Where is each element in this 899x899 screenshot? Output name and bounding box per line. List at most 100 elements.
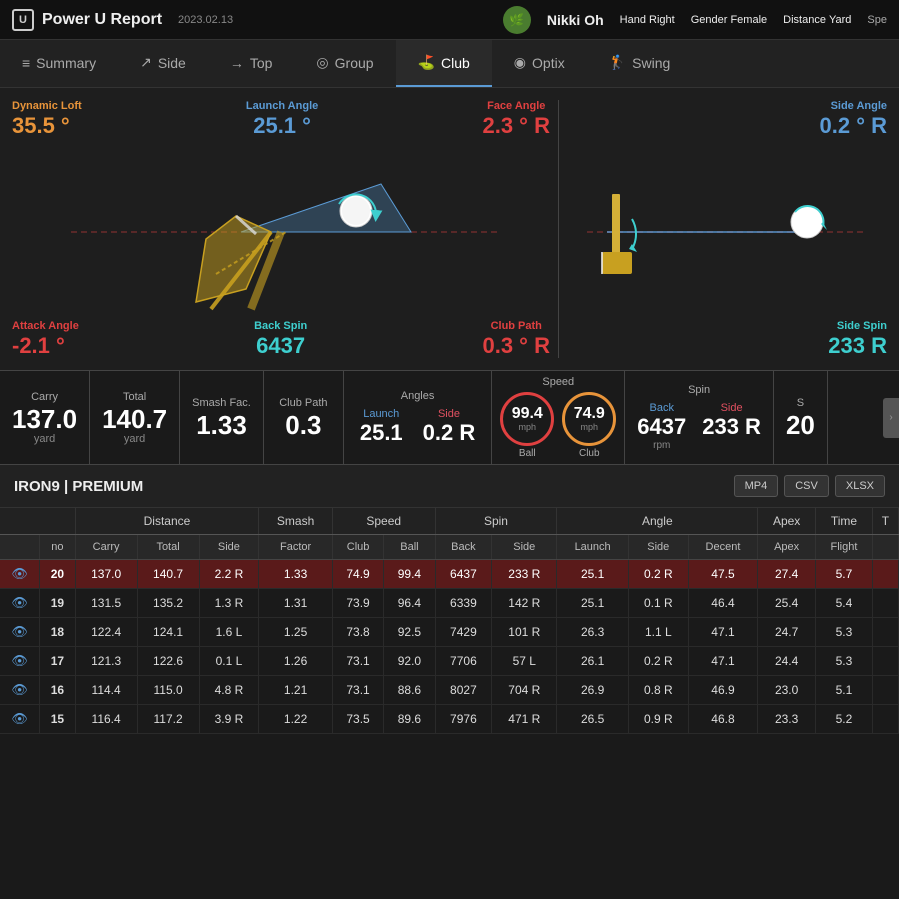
nav-summary[interactable]: ≡ Summary <box>0 40 118 87</box>
apex-cell: 23.3 <box>758 705 816 734</box>
club-speed-gauge: 74.9 mph Club <box>562 392 616 459</box>
no-cell: 15 <box>40 705 75 734</box>
summary-icon: ≡ <box>22 55 30 71</box>
nav-side[interactable]: ↗ Side <box>118 40 208 87</box>
t-cell <box>872 560 898 589</box>
smash-stat: Smash Fac. 1.33 <box>180 371 264 464</box>
side-spin-stat: Side 233 R <box>702 402 761 451</box>
th-club-speed[interactable]: Club <box>332 535 383 560</box>
export-csv-button[interactable]: CSV <box>784 475 829 497</box>
table-row[interactable]: 👁19131.5135.21.3 R1.3173.996.46339142 R2… <box>0 589 899 618</box>
total-cell: 140.7 <box>137 560 199 589</box>
table-row[interactable]: 👁15116.4117.23.9 R1.2273.589.67976471 R2… <box>0 705 899 734</box>
viz-right-panel: Side Angle 0.2 ° R <box>567 100 887 358</box>
table-row[interactable]: 👁16114.4115.04.8 R1.2173.188.68027704 R2… <box>0 676 899 705</box>
t-cell <box>872 589 898 618</box>
eye-icon[interactable]: 👁 <box>11 653 28 668</box>
flight-cell: 5.3 <box>815 647 872 676</box>
club-path-label: Club Path <box>482 320 550 332</box>
total-cell: 115.0 <box>137 676 199 705</box>
decent-cell: 46.9 <box>688 676 758 705</box>
total-unit: yard <box>124 433 145 445</box>
club-svg-right <box>567 144 887 314</box>
nav-club[interactable]: ⛳ Club <box>396 40 492 87</box>
table-row[interactable]: 👁20137.0140.72.2 R1.3374.999.46437233 R2… <box>0 560 899 589</box>
side-spin-label: Side Spin <box>828 320 887 332</box>
th-flight[interactable]: Flight <box>815 535 872 560</box>
t-cell <box>872 647 898 676</box>
apex-cell: 25.4 <box>758 589 816 618</box>
apex-cell: 24.4 <box>758 647 816 676</box>
th-launch[interactable]: Launch <box>557 535 629 560</box>
nav-group[interactable]: ◎ Group <box>294 40 395 87</box>
table-header-bar: IRON9 | PREMIUM MP4 CSV XLSX <box>0 465 899 508</box>
nav-optix[interactable]: ◉ Optix <box>492 40 587 87</box>
no-cell: 17 <box>40 647 75 676</box>
eye-icon[interactable]: 👁 <box>11 566 28 581</box>
launch-cell: 26.5 <box>557 705 629 734</box>
face-angle-label: Face Angle <box>482 100 550 112</box>
eye-cell[interactable]: 👁 <box>0 618 40 647</box>
side-spin-cell: 471 R <box>492 705 557 734</box>
smash-value: 1.33 <box>196 411 247 440</box>
th-side[interactable]: Side <box>199 535 259 560</box>
apex-cell: 24.7 <box>758 618 816 647</box>
th-no[interactable]: no <box>40 535 75 560</box>
club-path-value: 0.3 ° R <box>482 334 550 358</box>
export-mp4-button[interactable]: MP4 <box>734 475 779 497</box>
eye-cell[interactable]: 👁 <box>0 676 40 705</box>
table-row[interactable]: 👁17121.3122.60.1 L1.2673.192.0770657 L26… <box>0 647 899 676</box>
decent-cell: 46.8 <box>688 705 758 734</box>
eye-cell[interactable]: 👁 <box>0 589 40 618</box>
side-angle-value: 0.2 ° R <box>820 114 888 138</box>
ball-cell: 96.4 <box>384 589 435 618</box>
th-decent[interactable]: Decent <box>688 535 758 560</box>
carry-stat: Carry 137.0 yard <box>0 371 90 464</box>
stats-bar: Carry 137.0 yard Total 140.7 yard Smash … <box>0 370 899 465</box>
nav-top[interactable]: → Top <box>208 40 295 87</box>
carry-label: Carry <box>31 391 58 403</box>
launch-angle-label: Launch Angle <box>246 100 318 112</box>
side-angle-stat: Side 0.2 R <box>423 408 476 446</box>
data-table-wrapper: Distance Smash Speed Spin Angle Apex Tim… <box>0 508 899 734</box>
export-xlsx-button[interactable]: XLSX <box>835 475 885 497</box>
th-total[interactable]: Total <box>137 535 199 560</box>
th-carry[interactable]: Carry <box>75 535 137 560</box>
club-svg-left <box>12 144 550 314</box>
th-side-angle[interactable]: Side <box>628 535 688 560</box>
th-ball-speed[interactable]: Ball <box>384 535 435 560</box>
ball-speed-value: 99.4 <box>512 406 543 422</box>
nav-top-label: Top <box>250 55 273 71</box>
club-cell: 73.8 <box>332 618 383 647</box>
launch-angle-value: 25.1 ° <box>246 114 318 138</box>
eye-icon[interactable]: 👁 <box>11 682 28 697</box>
th-back[interactable]: Back <box>435 535 492 560</box>
eye-cell[interactable]: 👁 <box>0 560 40 589</box>
nav-swing[interactable]: 🏌 Swing <box>587 40 693 87</box>
ball-cell: 99.4 <box>384 560 435 589</box>
eye-cell[interactable]: 👁 <box>0 647 40 676</box>
eye-icon[interactable]: 👁 <box>11 595 28 610</box>
club-speed-value: 74.9 <box>574 406 605 422</box>
side-scroll-handle[interactable]: › <box>883 398 899 438</box>
th-side-spin[interactable]: Side <box>492 535 557 560</box>
eye-icon[interactable]: 👁 <box>11 711 28 726</box>
th-apex[interactable]: Apex <box>758 535 816 560</box>
app-title: Power U Report <box>42 11 162 29</box>
launch-stat-value: 25.1 <box>360 420 403 446</box>
side-angle-label: Side Angle <box>820 100 888 112</box>
table-row[interactable]: 👁18122.4124.11.6 L1.2573.892.57429101 R2… <box>0 618 899 647</box>
logo-icon: U <box>12 9 34 31</box>
club-gauge-circle: 74.9 mph <box>562 392 616 446</box>
eye-cell[interactable]: 👁 <box>0 705 40 734</box>
ball-gauge-circle: 99.4 mph <box>500 392 554 446</box>
eye-icon[interactable]: 👁 <box>11 624 28 639</box>
group-icon: ◎ <box>316 54 328 71</box>
total-label: Total <box>123 391 146 403</box>
side-angle-cell: 0.1 R <box>628 589 688 618</box>
th-factor[interactable]: Factor <box>259 535 333 560</box>
launch-angle-metric: Launch Angle 25.1 ° <box>246 100 318 138</box>
side-angle-cell: 0.8 R <box>628 676 688 705</box>
side-stat-value: 0.2 R <box>423 420 476 446</box>
face-angle-value: 2.3 ° R <box>482 114 550 138</box>
